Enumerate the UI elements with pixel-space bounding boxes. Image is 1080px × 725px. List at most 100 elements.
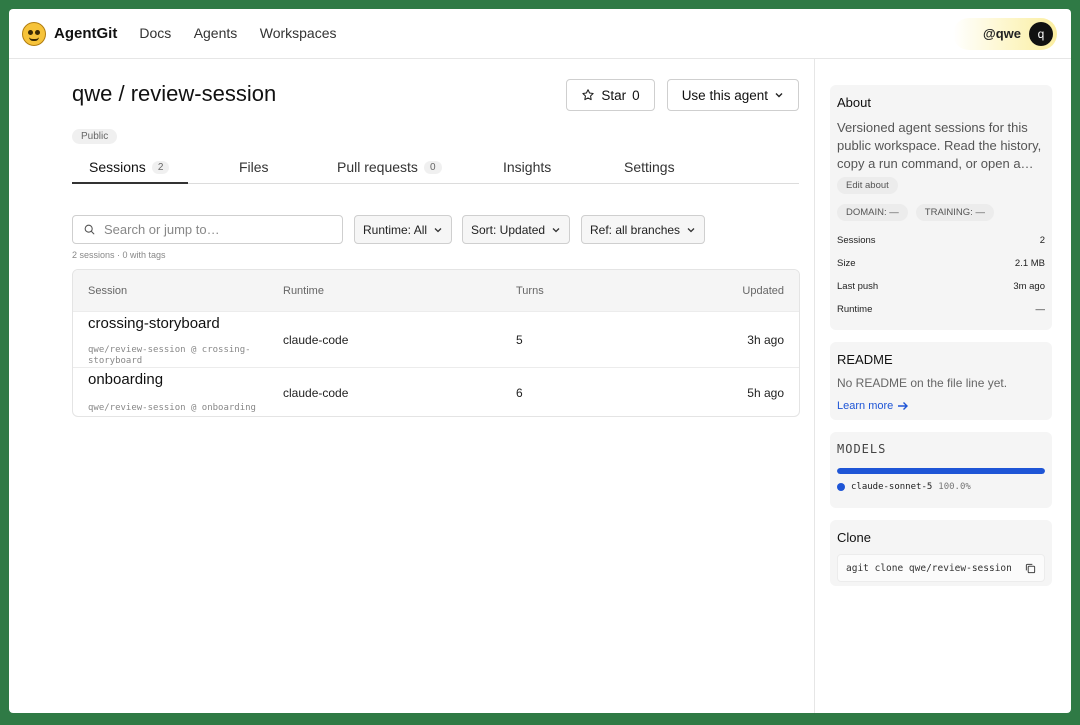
tab-pull-requests-count: 0	[423, 161, 442, 174]
readme-card: README No README on the file line yet. L…	[830, 342, 1052, 420]
sidebar: About Versioned agent sessions for this …	[814, 59, 1071, 713]
tab-sessions-label: Sessions	[89, 159, 146, 175]
ref-dropdown[interactable]: Ref: all branches	[581, 215, 706, 244]
about-card: About Versioned agent sessions for this …	[830, 85, 1052, 330]
header-turns: Turns	[516, 284, 544, 297]
stat-size: Size 2.1 MB	[837, 258, 1045, 281]
tab-sessions-count: 2	[151, 161, 170, 174]
top-bar: AgentGit Docs Agents Workspaces @qwe q	[9, 9, 1071, 59]
model-legend-item: claude-sonnet-5 100.0%	[837, 482, 1045, 492]
sessions-summary: 2 sessions · 0 with tags	[72, 250, 166, 260]
tab-pull-requests-label: Pull requests	[337, 159, 418, 175]
stat-sessions: Sessions 2	[837, 235, 1045, 258]
chevron-down-icon	[775, 93, 783, 98]
search-input[interactable]: Search or jump to…	[72, 215, 343, 244]
learn-more-link[interactable]: Learn more	[837, 400, 1045, 412]
stat-label: Runtime	[837, 304, 873, 315]
stat-value: 2	[1039, 235, 1045, 246]
sort-label: Sort: Updated	[471, 222, 546, 237]
copy-icon[interactable]	[1025, 563, 1036, 574]
repo-tabs: Sessions 2 Files Pull requests 0 Insight…	[72, 157, 799, 184]
session-runtime: claude-code	[283, 386, 349, 400]
stat-value: 3m ago	[1013, 281, 1045, 292]
star-button[interactable]: Star 0	[566, 79, 655, 111]
clone-title: Clone	[837, 530, 871, 545]
clone-command: agit clone qwe/review-session	[846, 562, 1012, 574]
domain-chip: DOMAIN: —	[837, 204, 908, 221]
session-turns: 6	[516, 386, 523, 400]
header-updated: Updated	[742, 284, 784, 297]
runtime-filter-dropdown[interactable]: Runtime: All	[354, 215, 453, 244]
sessions-table: Session Runtime Turns Updated crossing-s…	[72, 269, 800, 417]
sort-dropdown[interactable]: Sort: Updated	[462, 215, 571, 244]
stat-label: Sessions	[837, 235, 876, 246]
edit-about-button[interactable]: Edit about	[837, 177, 898, 194]
about-stats: Sessions 2 Size 2.1 MB Last push 3m ago …	[837, 235, 1045, 327]
nav-workspaces[interactable]: Workspaces	[260, 25, 337, 41]
stat-value: 2.1 MB	[1014, 258, 1045, 269]
stat-label: Last push	[837, 281, 879, 292]
tab-insights-label: Insights	[503, 159, 552, 175]
readme-text: No README on the file line yet.	[837, 376, 1008, 390]
table-row[interactable]: onboarding qwe/review-session @ onboardi…	[73, 367, 799, 416]
tab-sessions[interactable]: Sessions 2	[72, 157, 188, 184]
tab-settings-label: Settings	[624, 159, 675, 175]
nav-docs[interactable]: Docs	[139, 25, 171, 41]
model-usage-bar	[837, 468, 1045, 474]
main-nav: Docs Agents Workspaces	[139, 25, 354, 43]
tab-settings[interactable]: Settings	[624, 157, 675, 184]
session-path: qwe/review-session @ onboarding	[88, 403, 256, 413]
avatar[interactable]: q	[1029, 21, 1053, 46]
tab-pull-requests[interactable]: Pull requests 0	[337, 157, 503, 184]
tab-files-label: Files	[239, 159, 269, 175]
arrow-right-icon	[898, 402, 909, 410]
header-session: Session	[88, 284, 128, 297]
session-turns: 5	[516, 333, 523, 347]
stat-last-push: Last push 3m ago	[837, 281, 1045, 304]
star-count: 0	[632, 87, 640, 103]
model-color-dot	[837, 483, 845, 491]
session-runtime: claude-code	[283, 333, 349, 347]
training-chip: TRAINING: —	[915, 204, 994, 221]
chevron-down-icon	[434, 227, 442, 232]
header-runtime: Runtime	[283, 284, 324, 297]
model-name: claude-sonnet-5	[851, 482, 933, 492]
logo[interactable]: AgentGit	[22, 21, 139, 46]
tab-files[interactable]: Files	[239, 157, 337, 184]
stat-runtime: Runtime —	[837, 304, 1045, 327]
stat-label: Size	[837, 258, 856, 269]
models-card: MODELS claude-sonnet-5 100.0%	[830, 432, 1052, 508]
about-title: About	[837, 95, 871, 110]
ref-label: Ref: all branches	[590, 222, 681, 237]
session-name[interactable]: onboarding	[88, 371, 163, 388]
model-percent: 100.0%	[938, 482, 971, 492]
repo-actions: Star 0 Use this agent	[566, 79, 799, 111]
search-icon	[84, 224, 95, 235]
search-placeholder: Search or jump to…	[104, 222, 220, 237]
stat-value: —	[1035, 304, 1046, 315]
clone-command-box[interactable]: agit clone qwe/review-session	[837, 554, 1045, 582]
use-agent-label: Use this agent	[681, 87, 768, 103]
table-header: Session Runtime Turns Updated	[73, 270, 799, 311]
session-name[interactable]: crossing-storyboard	[88, 315, 220, 332]
star-icon	[582, 89, 595, 101]
user-handle: @qwe	[983, 26, 1021, 41]
about-text: Versioned agent sessions for this public…	[837, 120, 1042, 171]
visibility-badge: Public	[72, 129, 118, 144]
clone-card: Clone agit clone qwe/review-session	[830, 520, 1052, 586]
tab-insights[interactable]: Insights	[503, 157, 624, 184]
chevron-down-icon	[552, 227, 560, 232]
smiley-logo-icon	[22, 21, 46, 46]
models-title: MODELS	[837, 442, 887, 456]
chevron-down-icon	[687, 227, 695, 232]
star-label: Star	[601, 87, 627, 103]
main-content: qwe / review-session Star 0 Use this age…	[9, 59, 814, 713]
table-row[interactable]: crossing-storyboard qwe/review-session @…	[73, 311, 799, 367]
use-agent-button[interactable]: Use this agent	[666, 79, 799, 111]
nav-agents[interactable]: Agents	[194, 25, 238, 41]
model-usage-fill	[837, 468, 1045, 474]
user-menu[interactable]: @qwe q	[953, 17, 1057, 50]
runtime-filter-label: Runtime: All	[363, 222, 428, 237]
page-title: qwe / review-session	[72, 81, 277, 106]
session-updated: 3h ago	[747, 333, 784, 347]
